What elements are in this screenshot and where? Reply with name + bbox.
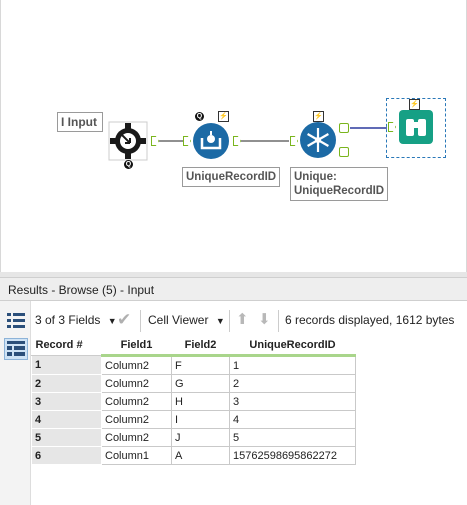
snowflake-icon	[307, 128, 329, 152]
column-header-field2[interactable]: Field2	[171, 335, 230, 357]
cell-uniquerecordid[interactable]: 4	[229, 410, 356, 429]
q-badge-icon: Q	[124, 160, 133, 169]
record-number: 1	[31, 355, 102, 375]
comment-text-line2: UniqueRecordID	[294, 185, 385, 197]
input-tool[interactable]	[108, 121, 148, 161]
cell-field1[interactable]: Column1	[101, 446, 172, 465]
chevron-down-icon: ▼	[107, 316, 117, 326]
cell-field1[interactable]: Column2	[101, 428, 172, 447]
table-row[interactable]: 4 Column2 I 4	[31, 410, 356, 429]
record-number: 2	[31, 374, 102, 393]
cell-uniquerecordid[interactable]: 5	[229, 428, 356, 447]
column-header-field1[interactable]: Field1	[101, 335, 172, 357]
cell-uniquerecordid[interactable]: 1	[229, 355, 356, 375]
record-number: 4	[31, 410, 102, 429]
q-badge-icon: Q	[195, 112, 204, 121]
record-number: 3	[31, 392, 102, 411]
column-header-record[interactable]: Record #	[31, 335, 102, 356]
cell-field1[interactable]: Column2	[101, 410, 172, 429]
table-view-button[interactable]	[4, 338, 28, 360]
cell-uniquerecordid[interactable]: 2	[229, 374, 356, 393]
table-row[interactable]: 1 Column2 F 1	[31, 355, 356, 375]
list-view-icon[interactable]	[7, 311, 25, 329]
cell-viewer-label: Cell Viewer	[148, 313, 209, 327]
results-title-bar: Results - Browse (5) - Input	[0, 277, 467, 301]
cell-field2[interactable]: J	[171, 428, 230, 447]
results-sidebar	[0, 301, 31, 505]
checkmark-icon[interactable]: ✔	[117, 305, 131, 335]
table-view-icon	[7, 341, 25, 356]
unique-tool[interactable]	[300, 122, 336, 158]
results-table: Record # Field1 Field2 UniqueRecordID 1 …	[31, 335, 356, 465]
gear-icon	[108, 121, 148, 161]
fields-dropdown[interactable]: 3 of 3 Fields ▼	[35, 305, 117, 335]
bolt-icon: ⚡	[218, 111, 229, 122]
binoculars-icon	[406, 119, 426, 136]
duplicate-output-anchor[interactable]	[339, 147, 349, 157]
cell-field1[interactable]: Column2	[101, 392, 172, 411]
column-header-uniquerecordid[interactable]: UniqueRecordID	[229, 335, 356, 357]
move-down-icon[interactable]: ⬇	[258, 305, 271, 335]
comment-unique-record-id[interactable]: UniqueRecordID	[182, 167, 280, 187]
cell-field2[interactable]: F	[171, 355, 230, 375]
results-grid[interactable]: Record # Field1 Field2 UniqueRecordID 1 …	[31, 335, 356, 465]
cell-field1[interactable]: Column2	[101, 355, 172, 375]
results-title: Results - Browse (5) - Input	[8, 283, 155, 297]
records-summary: 6 records displayed, 1612 bytes	[285, 313, 455, 327]
record-number: 5	[31, 428, 102, 447]
cell-field2[interactable]: A	[171, 446, 230, 465]
comment-unique[interactable]: Unique: UniqueRecordID	[290, 167, 388, 201]
record-id-icon	[200, 131, 222, 150]
bolt-icon: ⚡	[409, 99, 420, 110]
results-toolbar: 3 of 3 Fields ▼ ✔ Cell Viewer ▼ ⬆ ⬇ 6 re…	[31, 305, 467, 335]
browse-tool[interactable]	[399, 110, 433, 144]
comment-text: UniqueRecordID	[186, 171, 277, 183]
record-number: 6	[31, 446, 102, 465]
workflow-canvas[interactable]: I Input Q Q ⚡ UniqueRecordID ⚡ Unique: U…	[0, 0, 467, 272]
table-row[interactable]: 5 Column2 J 5	[31, 428, 356, 447]
toolbar-divider	[229, 310, 230, 332]
toolbar-divider	[140, 310, 141, 332]
cell-field2[interactable]: G	[171, 374, 230, 393]
chevron-down-icon: ▼	[215, 316, 225, 326]
fields-dropdown-label: 3 of 3 Fields	[35, 313, 101, 327]
table-row[interactable]: 6 Column1 A 15762598695862272	[31, 446, 356, 465]
cell-field1[interactable]: Column2	[101, 374, 172, 393]
cell-field2[interactable]: H	[171, 392, 230, 411]
record-id-tool[interactable]	[193, 123, 229, 159]
cell-field2[interactable]: I	[171, 410, 230, 429]
cell-viewer-dropdown[interactable]: Cell Viewer ▼	[148, 305, 225, 335]
table-row[interactable]: 2 Column2 G 2	[31, 374, 356, 393]
cell-uniquerecordid[interactable]: 15762598695862272	[229, 446, 356, 465]
cell-uniquerecordid[interactable]: 3	[229, 392, 356, 411]
unique-output-anchor[interactable]	[339, 123, 349, 133]
bolt-icon: ⚡	[313, 111, 324, 122]
table-row[interactable]: 3 Column2 H 3	[31, 392, 356, 411]
toolbar-divider	[278, 310, 279, 332]
move-up-icon[interactable]: ⬆	[236, 305, 249, 335]
input-anchor[interactable]	[388, 122, 396, 132]
comment-text-line1: Unique:	[294, 171, 337, 183]
